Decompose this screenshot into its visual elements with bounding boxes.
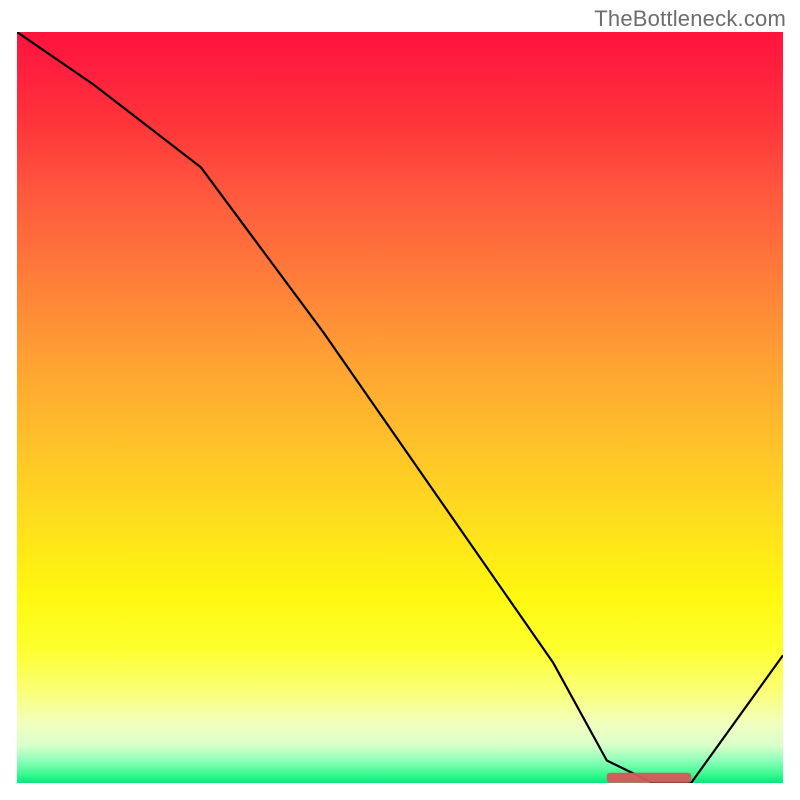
chart-area [17, 32, 783, 783]
minimum-highlight-band [607, 773, 691, 783]
chart-svg [17, 32, 783, 783]
bottleneck-curve [17, 32, 783, 783]
watermark-text: TheBottleneck.com [594, 6, 786, 32]
